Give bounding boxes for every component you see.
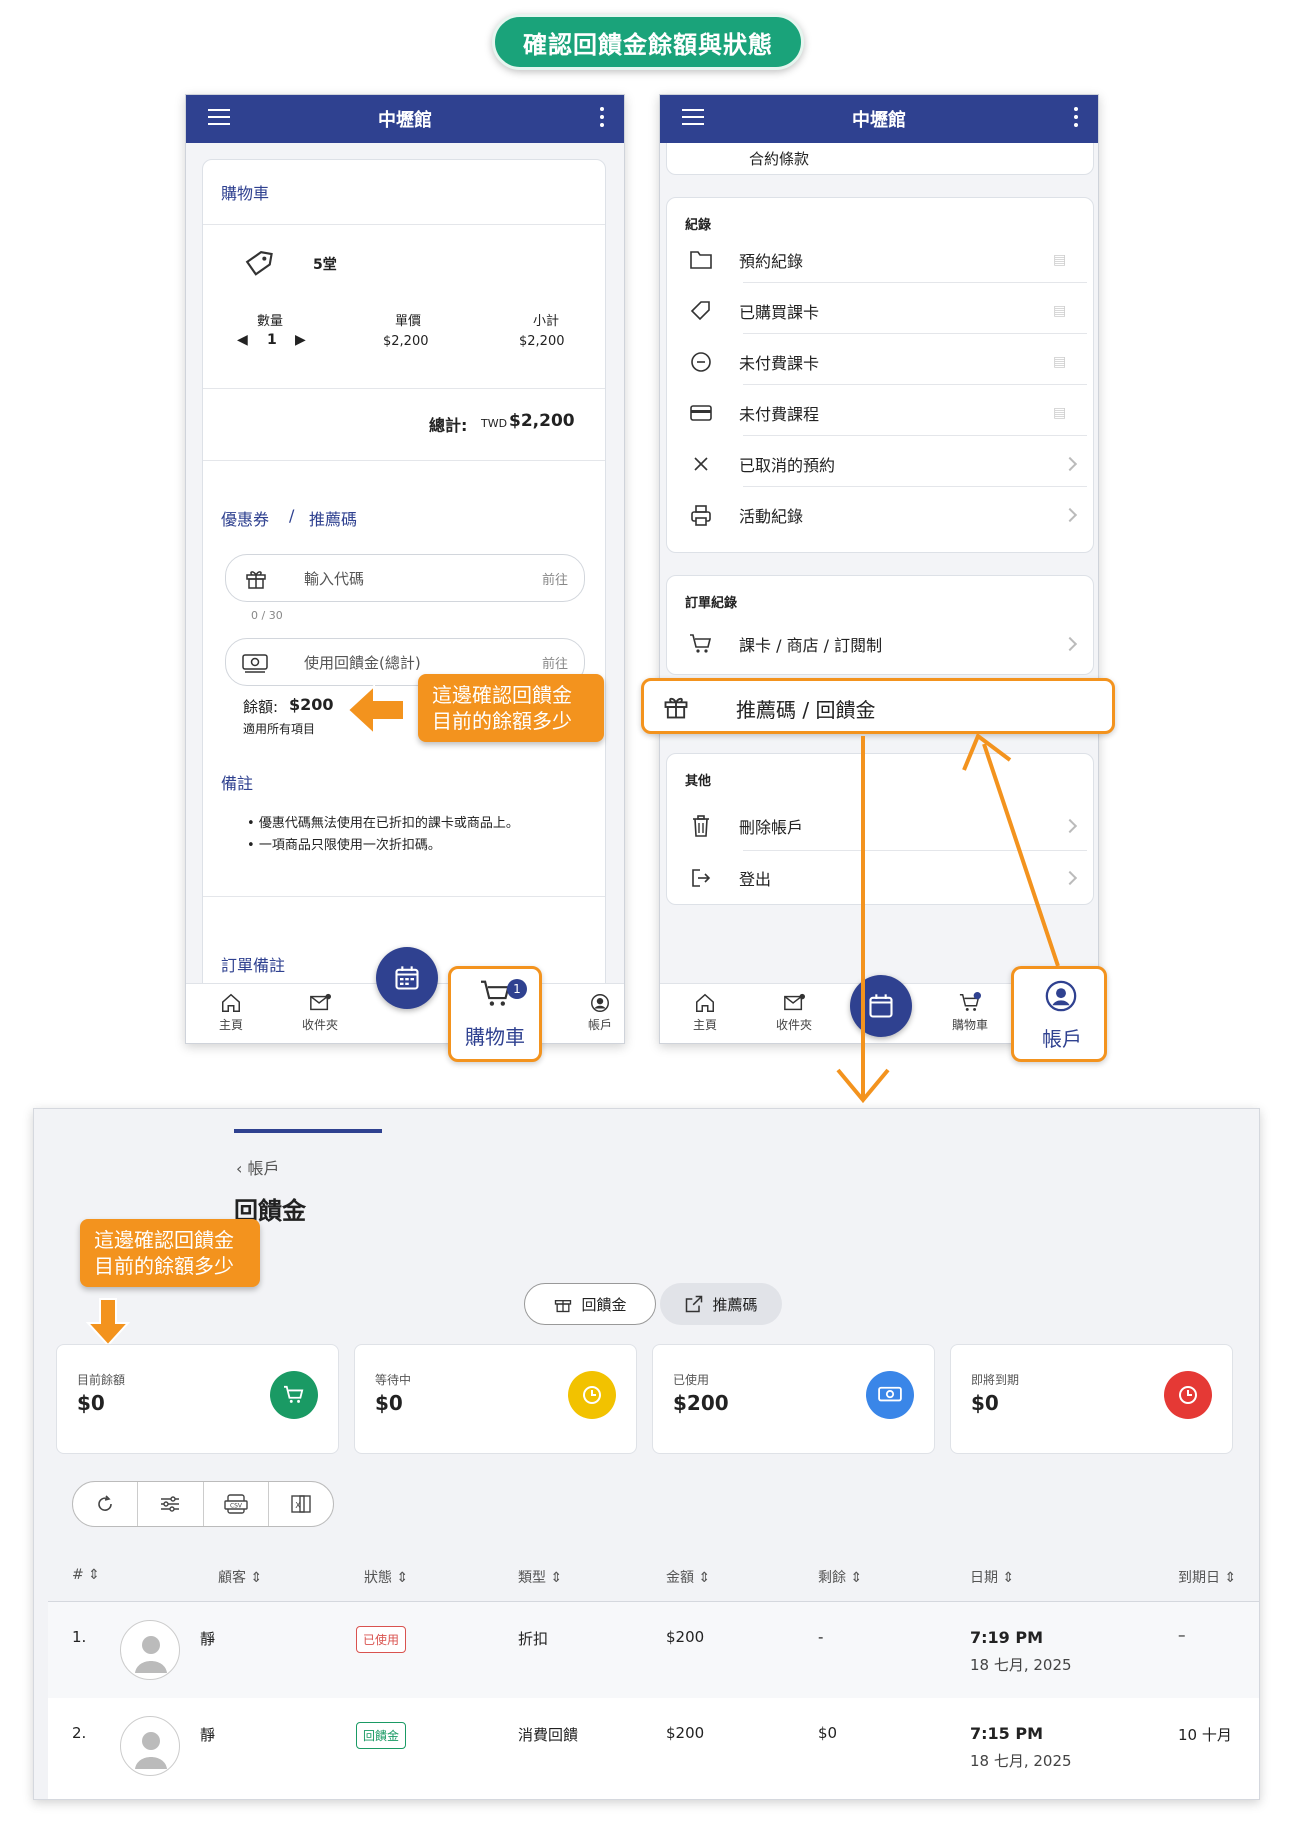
col-header-type[interactable]: 類型 ⇕ (518, 1567, 562, 1587)
callout-balance-panel: 這邊確認回饋金 目前的餘額多少 (80, 1219, 260, 1287)
avatar (120, 1620, 180, 1680)
cart-icon (270, 1371, 318, 1419)
rebate-page: ‹ 帳戶 回饋金 回饋金 推薦碼 這邊確認回饋金 目前的餘額多少 目前餘額 $0… (33, 1108, 1260, 1800)
clock-icon (1164, 1371, 1212, 1419)
stat-pending: 等待中 $0 (354, 1344, 637, 1454)
table-toolbar: CSV X (72, 1481, 334, 1527)
col-header-amount[interactable]: 金額 ⇕ (666, 1567, 710, 1587)
csv-icon: CSV (223, 1494, 248, 1514)
col-header-expiry[interactable]: 到期日 ⇕ (1178, 1567, 1236, 1587)
gift-icon (555, 1300, 572, 1313)
header-accent-bar (234, 1129, 382, 1133)
export-excel-button[interactable]: X (269, 1482, 333, 1526)
stat-expiring: 即將到期 $0 (950, 1344, 1233, 1454)
clock-icon (568, 1371, 616, 1419)
svg-text:X: X (295, 1501, 301, 1510)
stat-current-balance: 目前餘額 $0 (56, 1344, 339, 1454)
export-csv-button[interactable]: CSV (204, 1482, 269, 1526)
cash-icon (866, 1371, 914, 1419)
col-header-status[interactable]: 狀態 ⇕ (364, 1567, 408, 1587)
status-badge: 已使用 (356, 1626, 407, 1653)
col-header-customer[interactable]: 顧客 ⇕ (218, 1567, 262, 1587)
back-link[interactable]: ‹ 帳戶 (236, 1155, 280, 1179)
sliders-icon (161, 1496, 180, 1512)
tab-rebate[interactable]: 回饋金 (524, 1283, 656, 1325)
table-row[interactable]: 2. 靜 回饋金 消費回饋 $200 $0 7:15 PM 18 七月, 202… (48, 1698, 1259, 1799)
col-header-remaining[interactable]: 剩餘 ⇕ (818, 1567, 862, 1587)
refresh-icon (98, 1495, 112, 1511)
stat-used: 已使用 $200 (652, 1344, 935, 1454)
down-arrow-icon (86, 1298, 130, 1347)
table-row[interactable]: 1. 靜 已使用 折扣 $200 - 7:19 PM 18 七月, 2025 – (48, 1602, 1259, 1698)
status-badge: 回饋金 (356, 1722, 407, 1749)
col-header-num[interactable]: # ⇕ (72, 1567, 100, 1583)
excel-icon: X (291, 1495, 311, 1513)
refresh-button[interactable] (73, 1482, 139, 1526)
avatar (120, 1716, 180, 1776)
filter-button[interactable] (138, 1482, 204, 1526)
svg-text:CSV: CSV (230, 1503, 243, 1510)
external-link-icon (686, 1295, 703, 1313)
tab-referral[interactable]: 推薦碼 (660, 1283, 782, 1325)
col-header-date[interactable]: 日期 ⇕ (970, 1567, 1014, 1587)
